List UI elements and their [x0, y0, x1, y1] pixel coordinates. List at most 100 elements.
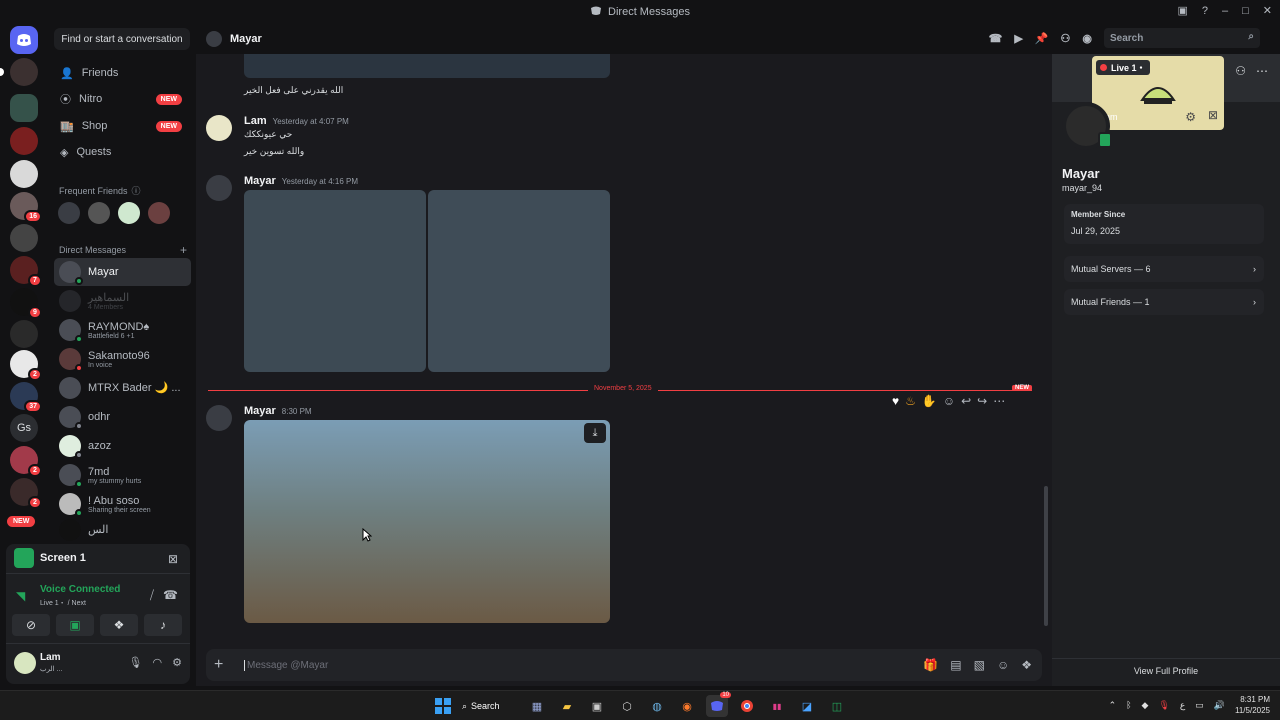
- server-gs[interactable]: Gs: [10, 414, 38, 442]
- server-icon[interactable]: 16: [10, 192, 42, 223]
- help-icon[interactable]: ?: [1202, 5, 1208, 17]
- view-full-profile-button[interactable]: View Full Profile: [1052, 666, 1280, 676]
- screen-share-button[interactable]: ▣: [56, 614, 94, 636]
- dm-item[interactable]: السماهير 4 Members: [54, 287, 191, 315]
- gif-icon[interactable]: ▤: [950, 658, 961, 672]
- add-friend-icon[interactable]: ⚇: [1061, 32, 1071, 45]
- pin-icon[interactable]: 📌: [1035, 32, 1049, 45]
- search-input[interactable]: Search ⌕: [1104, 28, 1260, 48]
- voice-status[interactable]: Voice Connected: [40, 584, 120, 595]
- dm-item[interactable]: ! Abu soso Sharing their screen: [54, 490, 191, 518]
- friend-avatar[interactable]: [88, 202, 110, 224]
- dm-item[interactable]: azoz: [54, 432, 191, 460]
- home-button[interactable]: [10, 26, 38, 54]
- user-name[interactable]: Lam: [40, 652, 61, 663]
- firefox-icon[interactable]: ◉: [676, 695, 698, 717]
- sticker-icon[interactable]: ▧: [974, 658, 985, 672]
- minimize-button[interactable]: –: [1222, 5, 1228, 17]
- app-icon[interactable]: ◪: [796, 695, 818, 717]
- add-attachment-icon[interactable]: +: [214, 656, 230, 674]
- steam-icon[interactable]: ◍: [646, 695, 668, 717]
- dm-item[interactable]: Mayar: [54, 258, 191, 286]
- headphones-icon[interactable]: ◠: [153, 656, 163, 669]
- info-icon[interactable]: ⓘ: [132, 184, 141, 197]
- server-icon[interactable]: 2: [10, 446, 42, 477]
- server-icon[interactable]: [10, 320, 38, 348]
- mutual-friends-row[interactable]: Mutual Friends — 1 ›: [1064, 289, 1264, 315]
- message-avatar[interactable]: [206, 405, 232, 431]
- taskbar-clock[interactable]: 8:31 PM 11/5/2025: [1235, 694, 1270, 716]
- maximize-button[interactable]: □: [1242, 5, 1249, 17]
- signal-icon[interactable]: ◥: [16, 589, 25, 603]
- app-icon[interactable]: ⬡: [616, 695, 638, 717]
- image-attachment[interactable]: [244, 190, 426, 372]
- camera-off-button[interactable]: ⊘: [12, 614, 50, 636]
- gift-icon[interactable]: 🎁: [923, 658, 938, 672]
- fire-reaction-icon[interactable]: ♨: [905, 394, 916, 408]
- chrome-icon[interactable]: [736, 695, 758, 717]
- dm-item[interactable]: MTRX Bader 🌙 ...: [54, 374, 191, 402]
- app-icon[interactable]: ▣: [586, 695, 608, 717]
- discord-taskbar-icon[interactable]: 10: [706, 692, 731, 717]
- activities-button[interactable]: ❖: [100, 614, 138, 636]
- server-icon[interactable]: [10, 127, 38, 155]
- apps-icon[interactable]: ❖: [1021, 658, 1032, 672]
- noise-suppression-icon[interactable]: ⧸: [150, 588, 154, 603]
- profile-avatar[interactable]: [1062, 102, 1112, 150]
- user-avatar[interactable]: [14, 652, 36, 674]
- image-attachment[interactable]: [244, 54, 610, 78]
- add-reaction-icon[interactable]: ☺: [943, 394, 955, 408]
- image-attachment[interactable]: ⤓: [244, 420, 610, 623]
- nav-friends[interactable]: 👤 Friends: [54, 61, 190, 85]
- more-icon[interactable]: ⋯: [1256, 64, 1268, 78]
- download-icon[interactable]: ⤓: [584, 423, 606, 443]
- volume-icon[interactable]: 🔊: [1214, 700, 1225, 711]
- server-icon[interactable]: 9: [10, 288, 42, 319]
- tray-app-icon[interactable]: ◆: [1142, 700, 1149, 711]
- message-input[interactable]: Message @Mayar: [244, 659, 328, 671]
- call-icon[interactable]: ☎: [989, 32, 1003, 45]
- windows-start-icon[interactable]: [432, 695, 454, 717]
- network-icon[interactable]: ▭: [1195, 700, 1204, 711]
- settings-gear-icon[interactable]: ⚙: [172, 656, 182, 669]
- server-icon[interactable]: 2: [10, 350, 42, 381]
- message-avatar[interactable]: [206, 175, 232, 201]
- inbox-icon[interactable]: ▣: [1177, 4, 1187, 17]
- dm-item[interactable]: RAYMOND♠ Battlefield 6 +1: [54, 316, 191, 344]
- dm-item[interactable]: 7md my stummy hurts: [54, 461, 191, 489]
- soundboard-button[interactable]: ♪: [144, 614, 182, 636]
- bluetooth-icon[interactable]: ᛒ: [1126, 700, 1131, 710]
- server-icon[interactable]: [10, 160, 38, 188]
- server-icon[interactable]: [0, 58, 38, 86]
- disconnect-icon[interactable]: ☎: [163, 588, 178, 602]
- find-conversation-button[interactable]: Find or start a conversation: [54, 28, 190, 50]
- nav-shop[interactable]: 🏬 Shop NEW: [54, 114, 190, 138]
- voice-channel[interactable]: Live 1・ / Next: [40, 598, 86, 608]
- friend-avatar[interactable]: [58, 202, 80, 224]
- friend-avatar[interactable]: [118, 202, 140, 224]
- heart-reaction-icon[interactable]: ♥: [892, 394, 899, 408]
- server-icon[interactable]: [10, 224, 38, 252]
- dm-item[interactable]: الس: [54, 519, 191, 541]
- app-icon[interactable]: ▮▮: [766, 695, 788, 717]
- message-author[interactable]: Mayar Yesterday at 4:16 PM: [244, 175, 358, 187]
- message-author[interactable]: Mayar 8:30 PM: [244, 405, 312, 417]
- nav-quests[interactable]: ◈ Quests: [54, 140, 190, 164]
- server-icon[interactable]: 7: [10, 256, 42, 287]
- message-avatar[interactable]: [206, 115, 232, 141]
- video-icon[interactable]: ▶: [1014, 32, 1022, 45]
- create-dm-icon[interactable]: +: [180, 243, 187, 257]
- reply-icon[interactable]: ↩: [961, 394, 971, 408]
- mic-in-use-icon[interactable]: 🎙: [1158, 700, 1169, 711]
- server-icon[interactable]: 37: [10, 382, 42, 413]
- stream-settings-icon[interactable]: ⚙: [1185, 110, 1196, 124]
- more-icon[interactable]: ⋯: [993, 394, 1005, 408]
- add-friend-icon[interactable]: ⚇: [1235, 64, 1246, 78]
- close-button[interactable]: ✕: [1263, 4, 1272, 17]
- stream-close-icon[interactable]: ⊠: [1208, 108, 1218, 122]
- app-icon[interactable]: ◫: [826, 695, 848, 717]
- emoji-icon[interactable]: ☺: [997, 658, 1009, 672]
- user-profile-icon[interactable]: ◉: [1082, 32, 1092, 45]
- image-attachment[interactable]: [428, 190, 610, 372]
- dm-item[interactable]: odhr: [54, 403, 191, 431]
